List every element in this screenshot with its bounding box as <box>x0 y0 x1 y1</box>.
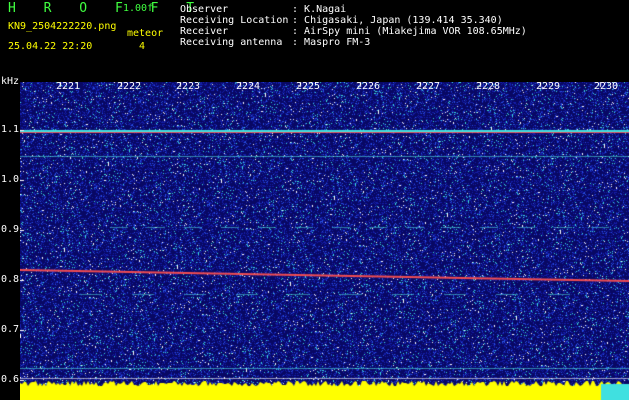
x-tick-label: 2222 <box>117 81 142 92</box>
app-title: H R O F F T <box>8 1 205 16</box>
x-tick-label: 2221 <box>56 81 81 92</box>
info-row-receiver: Receiver: AirSpy mini (Miakejima VOR 108… <box>180 26 527 37</box>
x-tick-label: 2224 <box>236 81 261 92</box>
y-tick-label: 0.8 <box>1 274 20 285</box>
y-tick-label: 0.9 <box>1 224 20 235</box>
spectrogram-plot <box>20 82 629 400</box>
y-tick-label: 1.1 <box>1 124 20 135</box>
x-tick-label: 2230 <box>594 81 619 92</box>
x-tick-label: 2226 <box>356 81 381 92</box>
info-row-location: Receiving Location: Chigasaki, Japan (13… <box>180 15 503 26</box>
y-tick-label: 0.6 <box>1 374 20 385</box>
x-tick-label: 2225 <box>296 81 321 92</box>
datetime-label: 25.04.22 22:20 <box>8 41 93 52</box>
y-axis-unit: kHz <box>1 76 20 87</box>
category-label: meteor <box>127 28 164 39</box>
x-tick-label: 2229 <box>536 81 561 92</box>
x-tick-label: 2228 <box>476 81 501 92</box>
count-label: 4 <box>139 41 146 52</box>
info-row-antenna: Receiving antenna: Maspro FM-3 <box>180 37 371 48</box>
x-tick-label: 2223 <box>176 81 201 92</box>
y-tick-label: 1.0 <box>1 174 20 185</box>
filename-label: KN9_2504222220.png <box>8 21 117 32</box>
version-label: 1.00f <box>123 3 154 14</box>
x-tick-label: 2227 <box>416 81 441 92</box>
info-row-observer: Observer: K.Nagai <box>180 4 347 15</box>
y-tick-label: 0.7 <box>1 324 20 335</box>
